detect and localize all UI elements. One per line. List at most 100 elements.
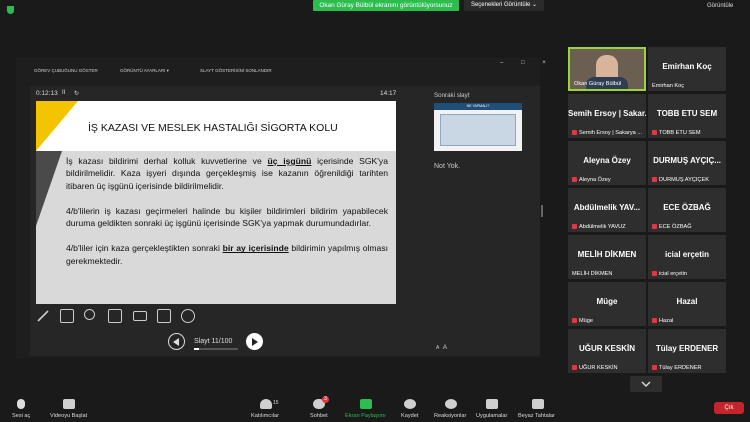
record-icon[interactable] [404, 399, 416, 409]
display-settings-button[interactable]: GÖRÜNTÜ AYARLARI ▾ [120, 68, 169, 74]
slide-yellow-accent [36, 101, 78, 151]
black-screen-icon[interactable] [133, 311, 147, 321]
presenter-toolbar: GÖREV ÇUBUĞUNU GÖSTER GÖRÜNTÜ AYARLARI ▾… [16, 62, 540, 78]
participant-name: Aleyna Özey [583, 156, 631, 165]
notes-zoom-controls[interactable]: A A [436, 344, 447, 351]
participant-name: DURMUŞ AYÇIÇ... [653, 156, 721, 165]
reactions-icon[interactable] [445, 399, 457, 409]
participant-label-text: DURMUŞ AYÇIÇEK [659, 177, 709, 183]
participant-label: ECE ÖZBAĞ [652, 224, 692, 230]
elapsed-timer: 0:12:13 [36, 90, 58, 97]
participant-tile[interactable]: Abdülmelik YAV... Abdülmelik YAVUZ [568, 188, 646, 232]
participant-name: Abdülmelik YAV... [573, 203, 641, 212]
slide-paragraph-2: 4/b'lilerin iş kazası geçirmeleri halind… [66, 205, 388, 229]
participant-tile[interactable]: DURMUŞ AYÇIÇ... DURMUŞ AYÇIÇEK [648, 141, 726, 185]
participant-label: TOBB ETU SEM [652, 130, 701, 136]
participants-icon[interactable] [260, 399, 272, 409]
view-options-button[interactable]: Seçenekleri Görüntüle ⌄ [464, 0, 544, 11]
screen-share-banner: Okan Güray Bülbül ekranını görüntülüyors… [313, 0, 459, 11]
participant-tile[interactable]: ECE ÖZBAĞ ECE ÖZBAĞ [648, 188, 726, 232]
participant-tile[interactable]: Tülay ERDENER Tülay ERDENER [648, 329, 726, 373]
muted-mic-icon [572, 318, 577, 323]
participant-label-text: MELİH DİKMEN [572, 271, 613, 277]
gallery-view-button[interactable]: Görüntüle [707, 3, 733, 9]
slide-paragraph-3: 4/b'liler için kaza gerçekleştikten sonr… [66, 243, 389, 266]
participant-label: Tülay ERDENER [652, 365, 702, 371]
participant-label-text: Emirhan Koç [652, 83, 685, 89]
participant-tile-self[interactable]: Okan Güray Bülbül [568, 47, 646, 91]
pointer-icon[interactable] [108, 309, 122, 323]
apps-icon[interactable] [486, 399, 498, 409]
participant-label: Hazal [652, 318, 673, 324]
restart-timer-icon[interactable]: ↻ [74, 90, 79, 97]
participant-count: 15 [273, 400, 279, 406]
camera-off-icon[interactable] [157, 309, 171, 323]
unmute-button[interactable]: Sesi aç [12, 413, 30, 419]
participant-tile[interactable]: Hazal Hazal [648, 282, 726, 326]
participant-name: ECE ÖZBAĞ [663, 203, 711, 212]
clock: 14:17 [380, 90, 397, 97]
security-shield-icon[interactable] [7, 6, 14, 14]
all-slides-icon[interactable] [60, 309, 74, 323]
panel-divider[interactable] [541, 205, 543, 217]
participants-button[interactable]: Katılımcılar [251, 413, 279, 419]
slide-title: İŞ KAZASI VE MESLEK HASTALIĞI SİGORTA KO… [88, 122, 338, 134]
pen-icon[interactable] [36, 309, 50, 323]
participant-label-text: UĞUR KESKİN [579, 365, 618, 371]
leave-button[interactable]: Çık [714, 402, 744, 414]
participant-label-text: Aleyna Özey [579, 177, 611, 183]
participant-name: Tülay ERDENER [655, 344, 719, 353]
video-off-icon[interactable] [63, 399, 75, 409]
participant-label-text: Hazal [659, 318, 674, 324]
show-taskbar-button[interactable]: GÖREV ÇUBUĞUNU GÖSTER [34, 68, 98, 73]
next-slide-thumbnail[interactable]: NE YAPMALI? [434, 103, 522, 151]
participant-tile[interactable]: icial erçetin icial erçetin [648, 235, 726, 279]
pause-timer-icon[interactable]: II [62, 90, 65, 96]
next-slide-button[interactable] [246, 333, 263, 350]
participant-label: icial erçetin [652, 271, 687, 277]
whiteboard-icon[interactable] [532, 399, 544, 409]
muted-mic-icon [572, 130, 577, 135]
slide-dark-accent [36, 151, 62, 226]
microphone-muted-icon[interactable] [17, 399, 25, 409]
reactions-button[interactable]: Reaksiyonlar [434, 413, 466, 419]
participant-name: UĞUR KESKİN [578, 344, 635, 353]
muted-mic-icon [652, 130, 657, 135]
start-video-button[interactable]: Videoyu Başlat [50, 413, 87, 419]
whiteboards-button[interactable]: Beyaz Tahtalar [518, 413, 555, 419]
apps-button[interactable]: Uygulamalar [476, 413, 507, 419]
share-screen-icon[interactable] [360, 399, 372, 409]
participant-name: Semih Ersoy | Sakar... [568, 109, 646, 118]
next-slide-label: Sonraki slayt [434, 92, 470, 99]
participant-label: Semih Ersoy | Sakarya ... [572, 130, 642, 136]
gallery-next-page-button[interactable] [630, 376, 662, 392]
chat-unread-badge: 3 [322, 396, 329, 403]
more-options-icon[interactable] [181, 309, 195, 323]
participant-label: MELİH DİKMEN [572, 271, 612, 277]
participant-tile[interactable]: TOBB ETU SEM TOBB ETU SEM [648, 94, 726, 138]
zoom-icon[interactable] [84, 309, 95, 320]
participant-tile[interactable]: Semih Ersoy | Sakar... Semih Ersoy | Saka… [568, 94, 646, 138]
participant-label: Aleyna Özey [572, 177, 611, 183]
participant-label: Emirhan Koç [652, 83, 684, 89]
participant-tile[interactable]: MELİH DİKMEN MELİH DİKMEN [568, 235, 646, 279]
participant-tile[interactable]: Emirhan Koç Emirhan Koç [648, 47, 726, 91]
current-slide: İŞ KAZASI VE MESLEK HASTALIĞI SİGORTA KO… [36, 101, 396, 304]
participant-name: icial erçetin [664, 250, 710, 259]
end-slideshow-button[interactable]: SLAYT GÖSTERİSİNİ SONLANDIR [200, 68, 272, 73]
record-button[interactable]: Kaydet [401, 413, 418, 419]
slide-progress-fill [194, 348, 199, 350]
muted-mic-icon [652, 318, 657, 323]
thumb-title: NE YAPMALI? [466, 104, 490, 108]
participant-label-text: Semih Ersoy | Sakarya ... [579, 130, 643, 136]
slide-progress-bar [194, 348, 238, 350]
previous-slide-button[interactable] [168, 333, 185, 350]
participant-name: Emirhan Koç [662, 62, 712, 71]
chat-button[interactable]: Sohbet [310, 413, 328, 419]
window-controls[interactable]: – □ × [500, 60, 554, 66]
participant-label-text: Abdülmelik YAVUZ [579, 224, 626, 230]
participant-tile[interactable]: Aleyna Özey Aleyna Özey [568, 141, 646, 185]
share-screen-button[interactable]: Ekran Paylaşımı [345, 413, 386, 419]
participant-tile[interactable]: Müge Müge [568, 282, 646, 326]
participant-tile[interactable]: UĞUR KESKİN UĞUR KESKİN [568, 329, 646, 373]
